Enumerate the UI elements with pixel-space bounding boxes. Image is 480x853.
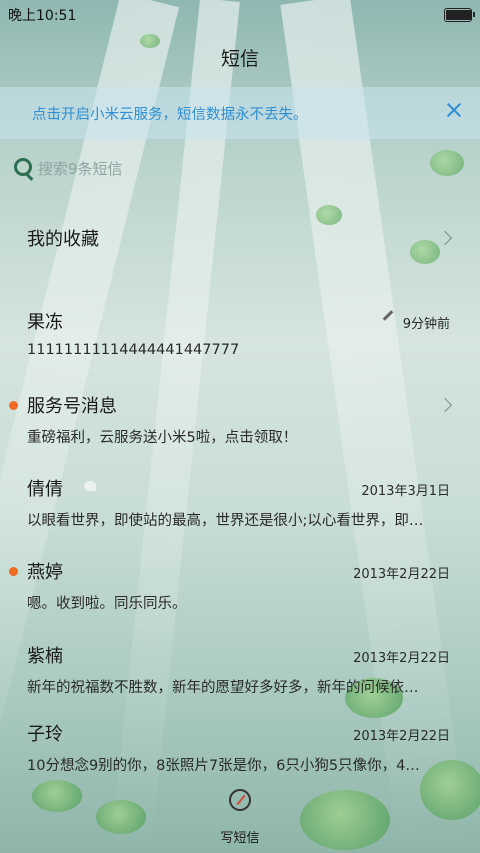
conversation-date: 2013年2月22日 bbox=[353, 729, 450, 744]
compose-button[interactable]: 写短信 bbox=[205, 785, 275, 849]
conversation-snippet: 新年的祝福数不胜数，新年的愿望好多好多，新年的问候依… bbox=[27, 680, 419, 696]
conversation-name: 服务号消息 bbox=[27, 396, 117, 417]
bird-icon bbox=[84, 481, 96, 491]
status-time: 晚上10:51 bbox=[8, 8, 77, 24]
conversation-name: 倩倩 bbox=[27, 479, 63, 500]
conversation-row[interactable]: 倩倩 2013年3月1日 以眼看世界，即使站的最高，世界还是很小;以心看世界，即… bbox=[0, 463, 480, 545]
conversation-row[interactable]: 子玲 2013年2月22日 10分想念9别的你，8张照片7张是你，6只小狗5只像… bbox=[0, 708, 480, 790]
search-input[interactable]: 搜索9条短信 bbox=[12, 154, 452, 182]
search-icon bbox=[14, 158, 32, 176]
battery-icon bbox=[444, 8, 475, 22]
page-title: 短信 bbox=[220, 48, 259, 70]
draft-pencil-icon bbox=[382, 310, 394, 321]
conversation-snippet: 嗯。收到啦。同乐同乐。 bbox=[27, 596, 187, 612]
conversation-snippet: 10分想念9别的你，8张照片7张是你，6只小狗5只像你，4… bbox=[27, 758, 420, 774]
conversation-snippet: 11111111114444441447777 bbox=[27, 342, 240, 358]
status-bar: 晚上10:51 bbox=[0, 0, 480, 28]
conversation-date: 2013年3月1日 bbox=[361, 484, 450, 499]
conversation-row[interactable]: 紫楠 2013年2月22日 新年的祝福数不胜数，新年的愿望好多好多，新年的问候依… bbox=[0, 630, 480, 712]
chevron-right-icon bbox=[437, 230, 453, 246]
conversation-name: 燕婷 bbox=[27, 562, 63, 583]
conversation-date: 2013年2月22日 bbox=[353, 651, 450, 666]
unread-dot bbox=[9, 567, 18, 576]
conversation-row[interactable]: 燕婷 2013年2月22日 嗯。收到啦。同乐同乐。 bbox=[0, 546, 480, 628]
conversation-snippet: 以眼看世界，即使站的最高，世界还是很小;以心看世界，即… bbox=[27, 513, 424, 529]
compose-icon bbox=[229, 789, 251, 811]
lily-pad bbox=[300, 790, 390, 850]
close-icon[interactable] bbox=[442, 98, 466, 122]
conversation-row[interactable]: 服务号消息 重磅福利，云服务送小米5啦，点击领取！ bbox=[0, 380, 480, 462]
cloud-banner-text[interactable]: 点击开启小米云服务，短信数据永不丢失。 bbox=[32, 103, 308, 124]
conversation-name: 紫楠 bbox=[27, 646, 63, 667]
lily-pad bbox=[96, 800, 146, 834]
conversation-date: 9分钟前 bbox=[402, 317, 450, 332]
conversation-row-favorites[interactable]: 我的收藏 bbox=[0, 196, 480, 278]
search-placeholder: 搜索9条短信 bbox=[38, 160, 123, 178]
conversation-name: 果冻 bbox=[27, 312, 63, 333]
conversation-snippet: 重磅福利，云服务送小米5啦，点击领取！ bbox=[27, 430, 298, 446]
conversation-date: 2013年2月22日 bbox=[353, 567, 450, 582]
conversation-name: 子玲 bbox=[27, 724, 63, 745]
compose-label: 写短信 bbox=[220, 831, 260, 846]
conversation-name: 我的收藏 bbox=[27, 229, 99, 250]
unread-dot bbox=[9, 401, 18, 410]
cloud-service-banner[interactable]: 点击开启小米云服务，短信数据永不丢失。 bbox=[0, 87, 480, 139]
chevron-right-icon bbox=[437, 397, 453, 413]
battery-level bbox=[446, 10, 472, 20]
conversation-row[interactable]: 果冻 9分钟前 11111111114444441447777 bbox=[0, 296, 480, 378]
